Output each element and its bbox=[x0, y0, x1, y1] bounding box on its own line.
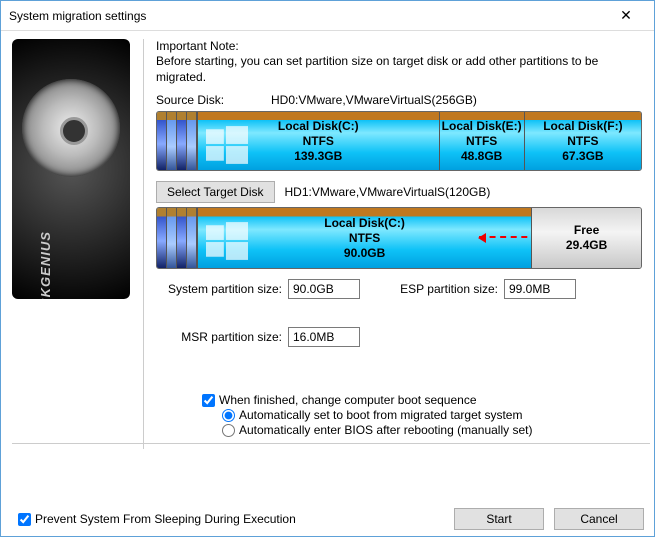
source-disk-label: Source Disk: bbox=[156, 93, 271, 107]
esp-size-input[interactable] bbox=[504, 279, 576, 299]
brand-label: DISKGENIUS bbox=[38, 200, 53, 299]
source-part-f[interactable]: Local Disk(F:) NTFS 67.3GB bbox=[524, 112, 641, 170]
sys-size-input[interactable] bbox=[288, 279, 360, 299]
window-title: System migration settings bbox=[9, 9, 146, 23]
prevent-sleep-label: Prevent System From Sleeping During Exec… bbox=[35, 512, 296, 526]
branding-pane: DISKGENIUS bbox=[1, 31, 141, 536]
hdd-illustration: DISKGENIUS bbox=[12, 39, 130, 299]
msr-size-input[interactable] bbox=[288, 327, 360, 347]
source-disk-value: HD0:VMware,VMwareVirtualS(256GB) bbox=[271, 93, 477, 107]
windows-icon bbox=[206, 126, 248, 164]
select-target-button[interactable]: Select Target Disk bbox=[156, 181, 275, 203]
target-disk-value: HD1:VMware,VMwareVirtualS(120GB) bbox=[285, 185, 491, 199]
msr-size-label: MSR partition size: bbox=[156, 330, 282, 344]
source-disk-bar[interactable]: Local Disk(C:) NTFS 139.3GB Local Disk(E… bbox=[156, 111, 642, 171]
prevent-sleep-checkbox[interactable] bbox=[18, 513, 31, 526]
note-body: Before starting, you can set partition s… bbox=[156, 54, 626, 85]
finish-label: When finished, change computer boot sequ… bbox=[219, 393, 477, 407]
sys-size-label: System partition size: bbox=[156, 282, 282, 296]
esp-size-label: ESP partition size: bbox=[388, 282, 498, 296]
manual-radio[interactable] bbox=[222, 424, 235, 437]
source-part-c[interactable]: Local Disk(C:) NTFS 139.3GB bbox=[197, 112, 439, 170]
windows-icon bbox=[206, 222, 248, 260]
vertical-divider bbox=[143, 39, 144, 449]
manual-label: Automatically enter BIOS after rebooting… bbox=[239, 423, 532, 437]
auto-radio[interactable] bbox=[222, 409, 235, 422]
start-button[interactable]: Start bbox=[454, 508, 544, 530]
close-button[interactable]: ✕ bbox=[606, 2, 646, 30]
footer-divider bbox=[12, 443, 650, 444]
target-disk-bar[interactable]: Local Disk(C:) NTFS 90.0GB Free 29.4GB bbox=[156, 207, 642, 269]
auto-label: Automatically set to boot from migrated … bbox=[239, 408, 522, 422]
finish-checkbox[interactable] bbox=[202, 394, 215, 407]
source-part-e[interactable]: Local Disk(E:) NTFS 48.8GB bbox=[439, 112, 524, 170]
cancel-button[interactable]: Cancel bbox=[554, 508, 644, 530]
target-part-c[interactable]: Local Disk(C:) NTFS 90.0GB bbox=[197, 208, 531, 268]
target-free-space[interactable]: Free 29.4GB bbox=[531, 208, 641, 268]
note-title: Important Note: bbox=[156, 39, 642, 53]
